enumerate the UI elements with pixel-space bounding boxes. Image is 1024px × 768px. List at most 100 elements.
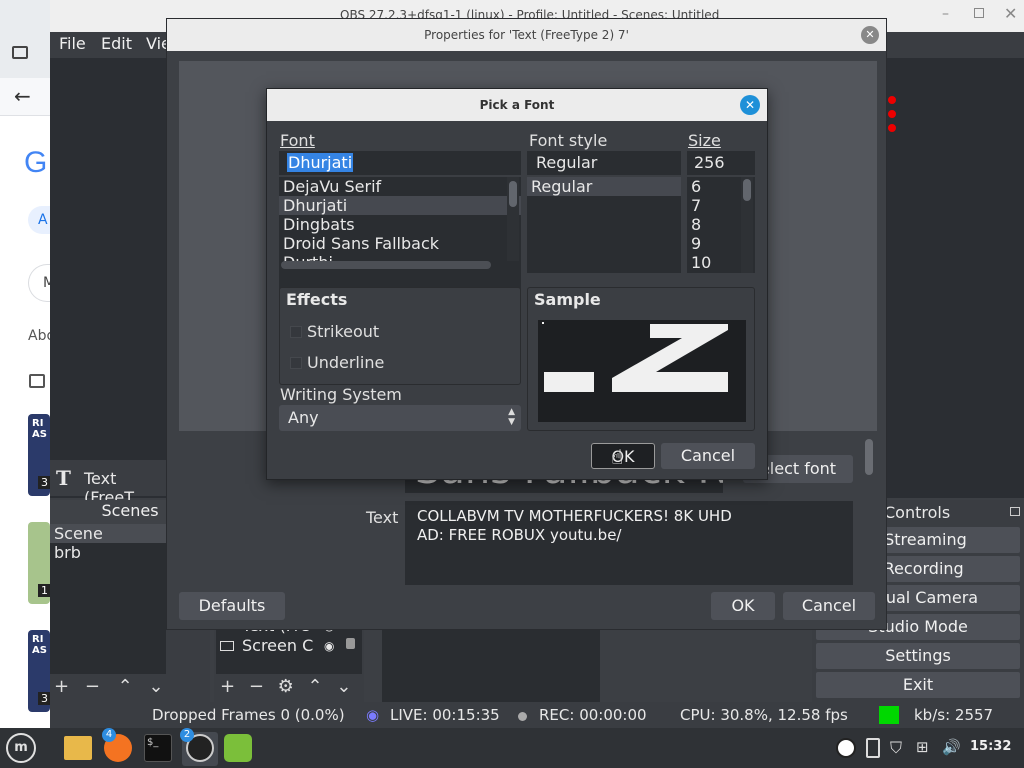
menu-edit[interactable]: Edit — [101, 34, 132, 53]
text-source-icon: T — [56, 466, 71, 490]
pick-font-dialog: Pick a Font ✕ Font Dhurjati DejaVu Serif… — [266, 88, 768, 480]
clock[interactable]: 15:32 — [970, 739, 1011, 754]
terminal-icon[interactable]: $_ — [144, 734, 172, 762]
font-name-input[interactable]: Dhurjati — [279, 151, 521, 175]
source-item[interactable]: Screen C ◉ — [216, 636, 362, 656]
font-list-hscrollbar[interactable] — [281, 261, 491, 269]
dropped-frames: Dropped Frames 0 (0.0%) — [152, 706, 345, 724]
effects-group: Effects Strikeout Underline — [279, 287, 521, 385]
font-style-item[interactable]: Regular — [527, 177, 681, 196]
close-icon[interactable]: ✕ — [1004, 4, 1017, 23]
defaults-button[interactable]: Defaults — [179, 592, 285, 620]
close-icon[interactable]: ✕ — [740, 95, 760, 115]
network-icon[interactable]: ⊞ — [916, 738, 936, 758]
font-style-list: Regular — [527, 177, 681, 273]
font-style-input[interactable]: Regular — [527, 151, 681, 175]
props-scrollbar[interactable] — [865, 439, 873, 475]
rec-icon — [518, 712, 527, 721]
font-cancel-button[interactable]: Cancel — [661, 443, 755, 469]
mint-update-icon[interactable] — [224, 734, 252, 762]
remove-icon[interactable]: − — [249, 676, 264, 697]
rec-time: REC: 00:00:00 — [539, 706, 647, 724]
sample-label: Sample — [534, 290, 601, 309]
cpu-usage: CPU: 30.8%, 12.58 fps — [680, 706, 848, 724]
strikeout-checkbox[interactable] — [290, 326, 302, 338]
thumbnail-card[interactable]: 1 — [28, 522, 51, 604]
remove-icon[interactable]: − — [85, 676, 100, 697]
sources-toolbar: + − ⚙ ⌃ ⌄ — [220, 676, 351, 697]
font-list-item[interactable]: Dingbats — [279, 215, 521, 234]
browser-tabbar — [0, 0, 50, 78]
resize-handle[interactable] — [888, 110, 896, 118]
notification-badge: 4 — [102, 728, 116, 742]
menu-icon[interactable]: m — [6, 733, 36, 763]
underline-checkbox[interactable] — [290, 357, 302, 369]
move-down-icon[interactable]: ⌄ — [148, 676, 163, 697]
settings-button[interactable]: Settings — [816, 643, 1020, 669]
exit-button[interactable]: Exit — [816, 672, 1020, 698]
sample-glyph-image — [542, 322, 728, 392]
close-icon[interactable]: ✕ — [861, 26, 879, 44]
file-manager-icon[interactable] — [64, 736, 92, 760]
scene-item[interactable]: brb — [50, 543, 166, 562]
obs-tray-icon[interactable] — [836, 738, 856, 758]
menu-file[interactable]: File — [59, 34, 86, 53]
browser-chip-outline[interactable]: M — [28, 264, 55, 302]
add-icon[interactable]: + — [220, 676, 235, 697]
browser-chip[interactable]: A — [28, 206, 50, 234]
scenes-toolbar: + − ⌃ ⌄ — [54, 676, 164, 697]
thumbnail-card[interactable]: RI AS 3 — [28, 630, 51, 712]
resize-handle[interactable] — [888, 124, 896, 132]
font-name-value: Dhurjati — [287, 153, 354, 172]
sample-preview — [538, 320, 746, 422]
move-down-icon[interactable]: ⌄ — [336, 676, 351, 697]
volume-icon[interactable]: 🔊 — [942, 738, 962, 758]
size-label: Size — [688, 131, 721, 150]
underline-label[interactable]: Underline — [307, 353, 384, 372]
properties-cancel-button[interactable]: Cancel — [783, 592, 875, 620]
spin-arrows-icon: ▲ ▼ — [508, 407, 515, 427]
lock-icon[interactable] — [346, 638, 355, 649]
pick-font-titlebar: Pick a Font — [267, 89, 767, 121]
source-toolbar: T Text (FreeT — [50, 460, 170, 507]
google-logo: G — [24, 146, 48, 179]
controls-dock-title: Controls — [884, 503, 951, 522]
text-input-value: COLLABVM TV MOTHERFUCKERS! 8K UHD AD: FR… — [417, 507, 732, 544]
font-list-scrollbar[interactable] — [507, 177, 519, 261]
thumbnail-card[interactable]: RI AS 3 — [28, 414, 51, 496]
add-icon[interactable]: + — [54, 676, 69, 697]
properties-ok-button[interactable]: OK — [711, 592, 775, 620]
font-style-label: Font style — [529, 131, 608, 150]
video-icon — [29, 374, 45, 388]
font-size-input[interactable]: 256 — [687, 151, 755, 175]
font-size-scrollbar[interactable] — [741, 177, 753, 273]
sample-group: Sample — [527, 287, 755, 431]
live-time: LIVE: 00:15:35 — [390, 706, 500, 724]
gear-icon[interactable]: ⚙ — [278, 676, 294, 697]
maximize-icon[interactable] — [974, 8, 984, 18]
shield-icon[interactable]: ⛉ — [890, 738, 910, 758]
text-input[interactable]: COLLABVM TV MOTHERFUCKERS! 8K UHD AD: FR… — [405, 501, 853, 585]
font-list-item[interactable]: Dhurjati — [279, 196, 521, 215]
minimize-icon[interactable]: – — [942, 6, 949, 22]
undock-icon[interactable] — [1010, 507, 1020, 516]
scenes-list: Scene brb — [50, 524, 166, 674]
writing-system-select[interactable]: Any ▲ ▼ — [279, 405, 521, 431]
move-up-icon[interactable]: ⌃ — [118, 676, 133, 697]
tab-list-icon[interactable] — [12, 46, 28, 59]
properties-title: Properties for 'Text (FreeType 2) 7' — [424, 28, 629, 42]
strikeout-label[interactable]: Strikeout — [307, 322, 379, 341]
scene-item[interactable]: Scene — [50, 524, 166, 543]
clipboard-icon[interactable] — [866, 738, 880, 758]
font-list-item[interactable]: Droid Sans Fallback — [279, 234, 521, 253]
move-up-icon[interactable]: ⌃ — [308, 676, 323, 697]
monitor-icon — [220, 641, 234, 651]
mouse-pointer-icon: ☝ — [611, 445, 624, 469]
text-label: Text — [366, 508, 399, 527]
browser-window: ← G A M Abo RI AS 3 1 RI AS 3 — [0, 0, 55, 728]
back-icon[interactable]: ← — [14, 84, 31, 108]
font-list-item[interactable]: DejaVu Serif — [279, 177, 521, 196]
kbs-readout: kb/s: 2557 — [914, 706, 994, 724]
resize-handle[interactable] — [888, 96, 896, 104]
visibility-icon[interactable]: ◉ — [324, 636, 334, 656]
